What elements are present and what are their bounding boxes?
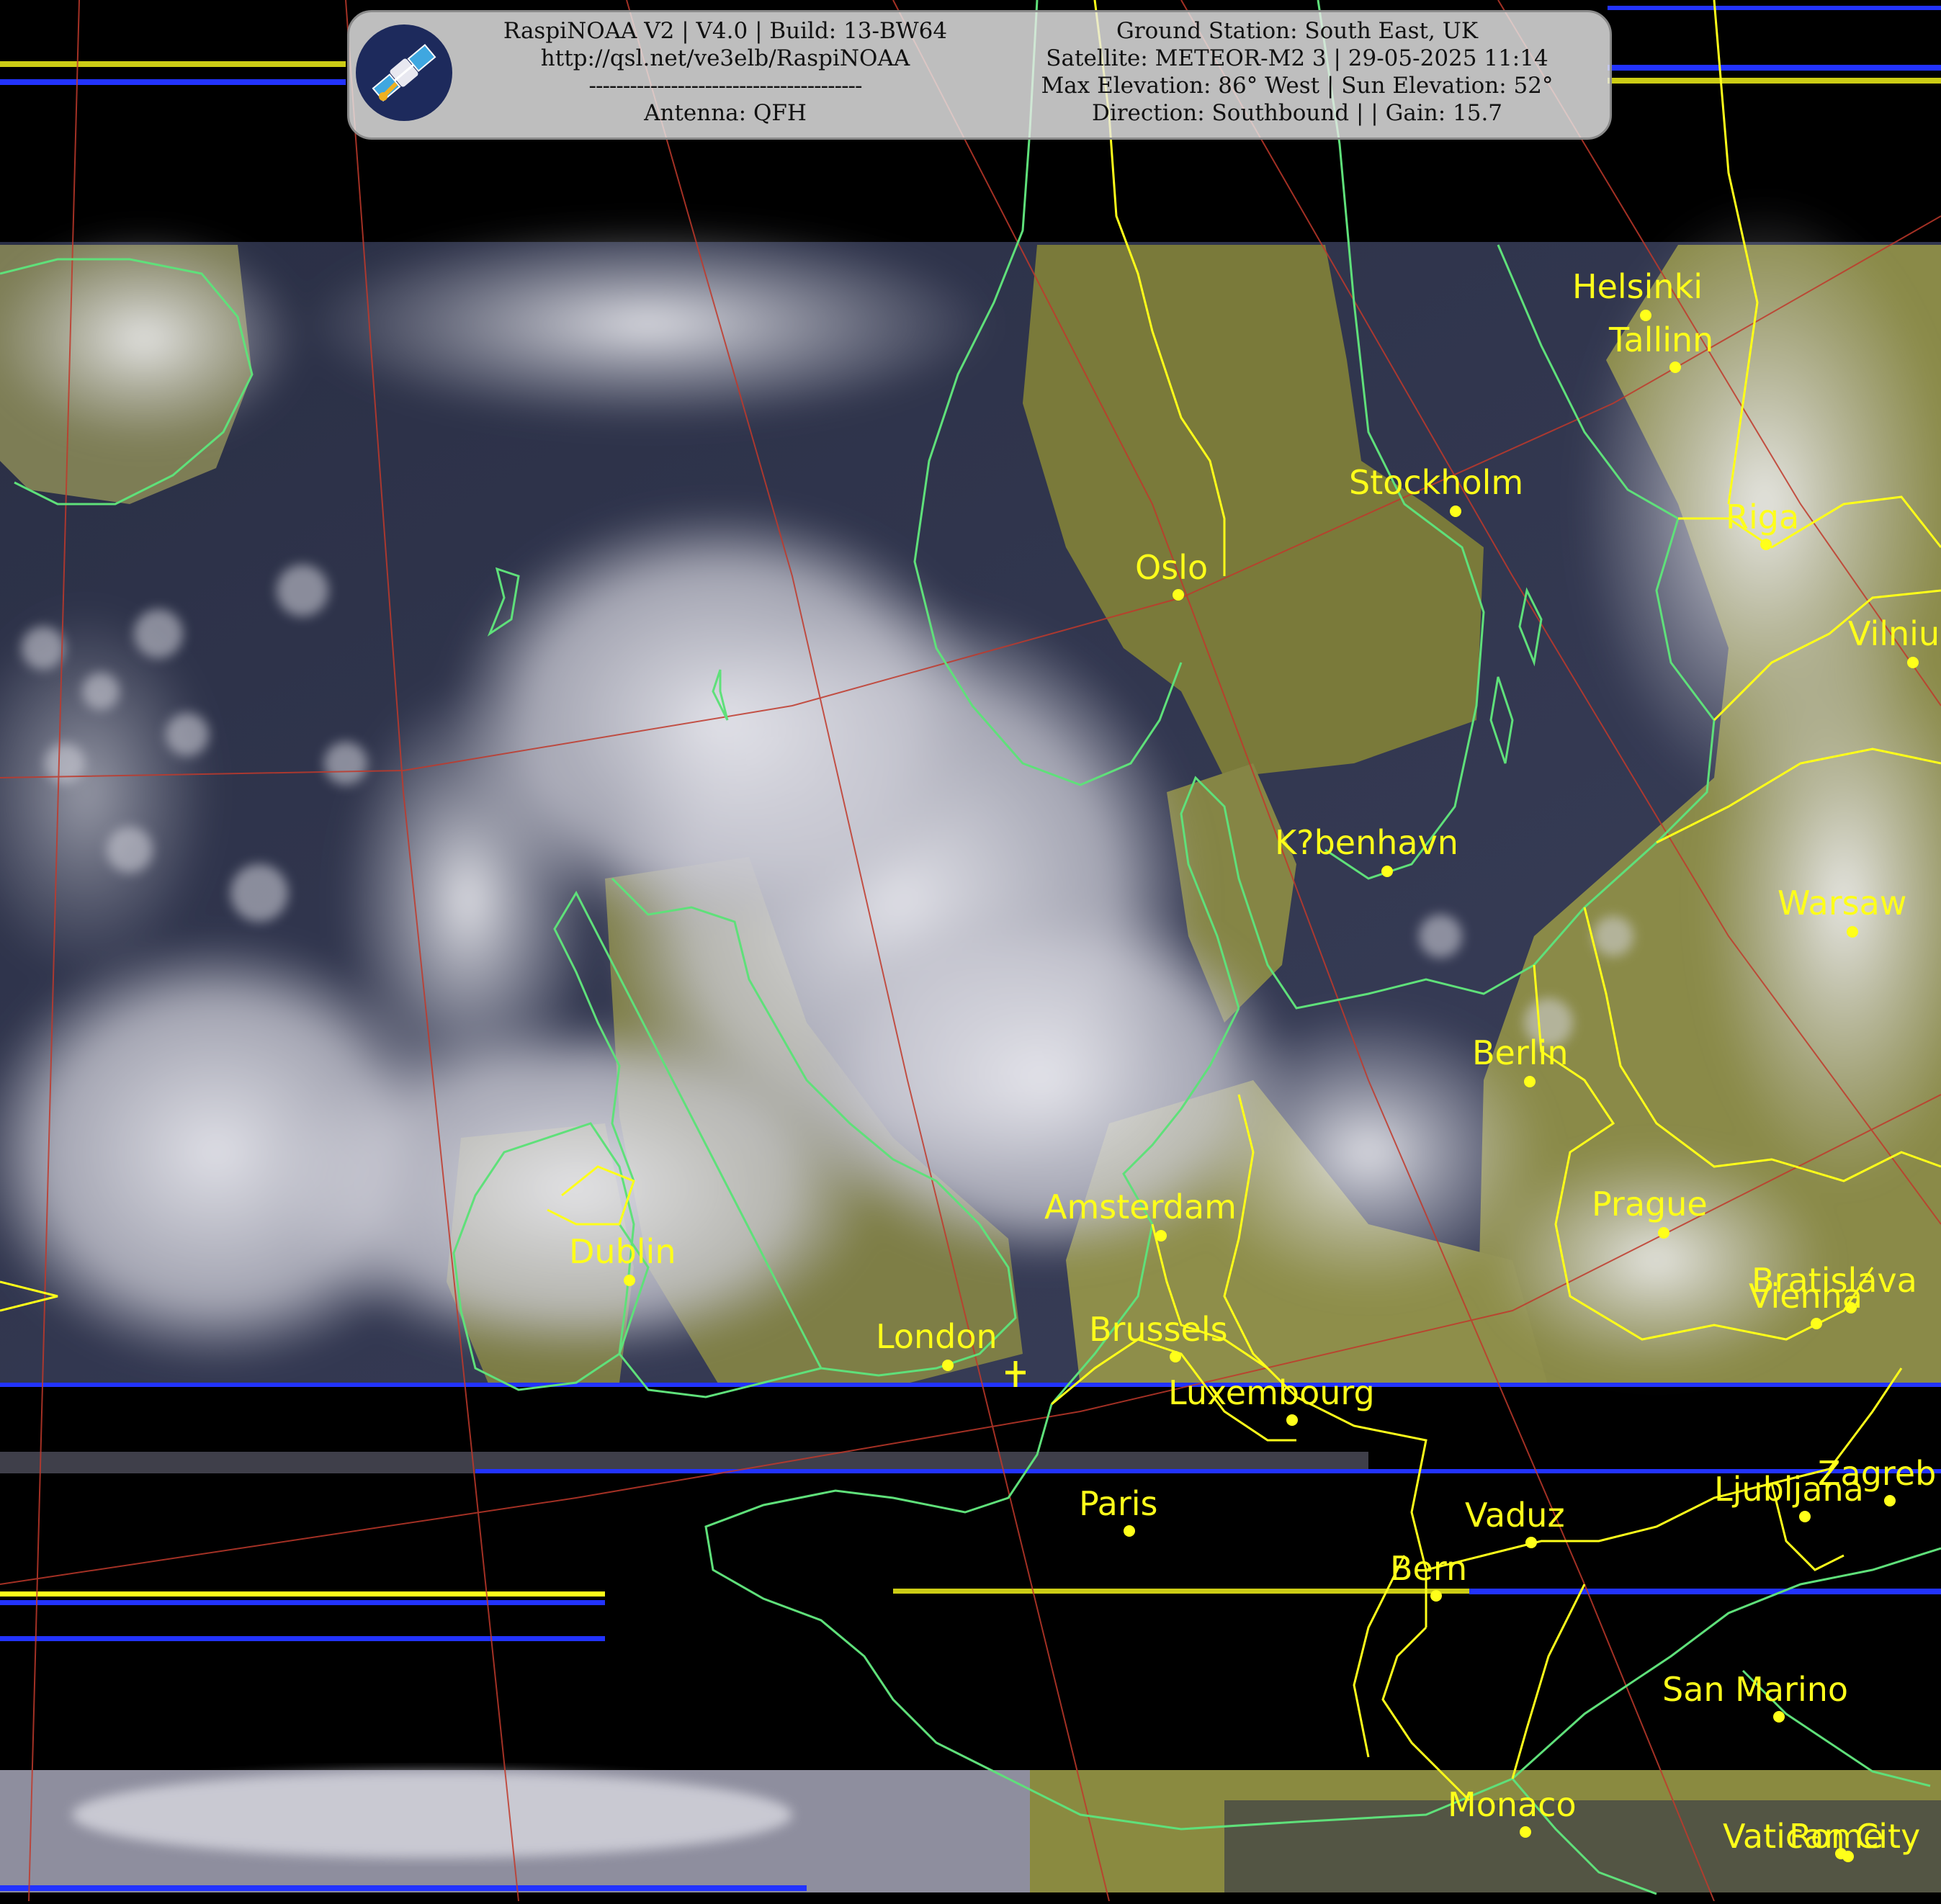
city-label: Warsaw (1778, 884, 1906, 922)
city-luxembourg: Luxembourg (1168, 1373, 1375, 1426)
city-san-marino: San Marino (1662, 1670, 1848, 1723)
city-label: Helsinki (1572, 267, 1703, 306)
header-left-line-4: Antenna: QFH (644, 100, 807, 126)
city-label: London (876, 1317, 998, 1356)
city-label: Oslo (1135, 548, 1208, 587)
pass-info-panel: RaspiNOAA V2 | V4.0 | Build: 13-BW64 htt… (347, 10, 1612, 140)
city-label: Monaco (1448, 1785, 1577, 1824)
city-label: Luxembourg (1168, 1373, 1375, 1412)
city-label: Vienna (1749, 1277, 1862, 1316)
header-right-line-2: Satellite: METEOR-M2 3 | 29-05-2025 11:1… (1046, 45, 1548, 71)
imagery-band-bottom (0, 1452, 1941, 1892)
city-label: Paris (1079, 1484, 1158, 1523)
header-left-line-1: RaspiNOAA V2 | V4.0 | Build: 13-BW64 (503, 18, 948, 44)
city-label: Riga (1726, 498, 1799, 536)
city-label: Berlin (1472, 1033, 1569, 1072)
city-label: Vilnius (1848, 614, 1941, 653)
city-label: Prague (1592, 1185, 1708, 1223)
city-bern: Bern (1390, 1549, 1467, 1602)
city-label: Stockholm (1349, 463, 1523, 502)
city-label: San Marino (1662, 1670, 1848, 1709)
satellite-icon (356, 24, 452, 121)
city-label: Tallinn (1608, 320, 1713, 359)
header-right-line-3: Max Elevation: 86° West | Sun Elevation:… (1041, 73, 1554, 99)
city-label: Amsterdam (1044, 1187, 1237, 1226)
header-left-line-3: ---------------------------------------- (588, 73, 863, 99)
city-label: Vaduz (1465, 1496, 1565, 1535)
city-label: Ljubljana (1714, 1470, 1864, 1509)
city-label: Bern (1390, 1549, 1467, 1588)
map-canvas: Helsinki Tallinn Stockholm Riga Oslo Vil… (0, 0, 1941, 1902)
city-rome: Rome (1789, 1817, 1883, 1862)
satellite-image: Helsinki Tallinn Stockholm Riga Oslo Vil… (0, 0, 1941, 1902)
city-label: K?benhavn (1275, 823, 1458, 862)
header-left-line-2: http://qsl.net/ve3elb/RaspiNOAA (540, 45, 910, 71)
city-ljubljana: Ljubljana (1714, 1470, 1864, 1522)
header-right-line-4: Direction: Southbound | | Gain: 15.7 (1091, 100, 1503, 126)
city-label: Rome (1789, 1817, 1883, 1856)
city-paris: Paris (1079, 1484, 1158, 1537)
city-label: Brussels (1089, 1310, 1228, 1349)
header-right-line-1: Ground Station: South East, UK (1116, 18, 1478, 44)
city-label: Dublin (569, 1232, 676, 1271)
